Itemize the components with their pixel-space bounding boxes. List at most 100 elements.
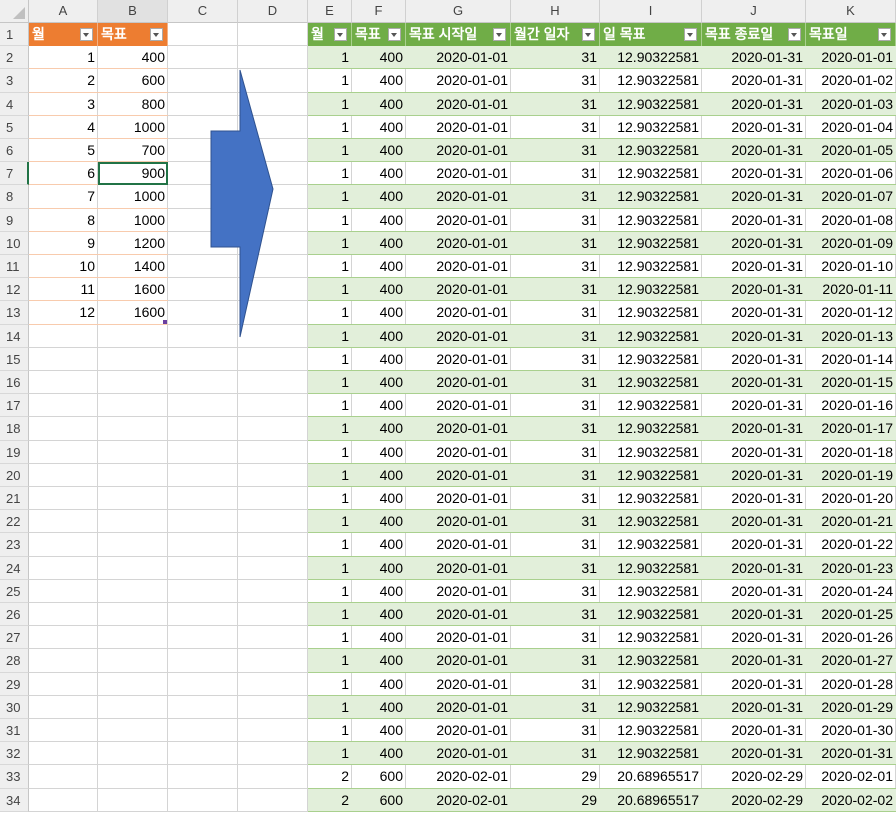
table2-cell[interactable]: 600 [352, 788, 406, 812]
table2-cell[interactable]: 2020-01-31 [702, 324, 806, 348]
column-header-c[interactable]: C [168, 0, 238, 23]
table2-cell[interactable]: 2020-01-31 [702, 719, 806, 743]
grid-cell[interactable] [168, 394, 238, 418]
table2-cell[interactable]: 31 [511, 603, 600, 627]
table2-cell[interactable]: 400 [352, 649, 406, 673]
table2-cell[interactable]: 1 [308, 463, 352, 487]
table1-cell[interactable]: 8 [29, 209, 98, 232]
table2-cell[interactable]: 31 [511, 487, 600, 511]
grid-cell[interactable] [238, 719, 308, 743]
table2-header-target-date[interactable]: 목표일 [806, 23, 896, 47]
column-header-f[interactable]: F [352, 0, 406, 23]
grid-cell[interactable] [29, 371, 98, 395]
table2-cell[interactable]: 29 [511, 765, 600, 789]
table2-cell[interactable]: 2020-02-01 [406, 765, 511, 789]
table2-cell[interactable]: 2020-01-01 [406, 46, 511, 70]
table1-cell[interactable]: 1600 [98, 278, 168, 302]
table2-cell[interactable]: 31 [511, 580, 600, 603]
table2-cell[interactable]: 2020-01-12 [806, 301, 896, 325]
table2-cell[interactable]: 2020-01-31 [702, 533, 806, 557]
grid-cell[interactable] [168, 487, 238, 511]
grid-cell[interactable] [168, 695, 238, 719]
table2-cell[interactable]: 2020-01-31 [702, 162, 806, 186]
table2-cell[interactable]: 2020-01-22 [806, 533, 896, 557]
table2-cell[interactable]: 400 [352, 580, 406, 603]
table2-cell[interactable]: 2020-01-11 [806, 278, 896, 302]
table2-cell[interactable]: 400 [352, 603, 406, 627]
table2-cell[interactable]: 2020-01-31 [702, 626, 806, 650]
table2-cell[interactable]: 2020-01-27 [806, 649, 896, 673]
grid-cell[interactable] [98, 695, 168, 719]
table2-cell[interactable]: 400 [352, 742, 406, 766]
table2-cell[interactable]: 2020-01-31 [702, 255, 806, 279]
table2-cell[interactable]: 31 [511, 139, 600, 163]
table2-cell[interactable]: 2020-01-01 [406, 209, 511, 232]
table2-cell[interactable]: 1 [308, 417, 352, 441]
table2-cell[interactable]: 2020-01-31 [702, 209, 806, 232]
table2-cell[interactable]: 12.90322581 [600, 463, 702, 487]
table2-cell[interactable]: 400 [352, 695, 406, 719]
table1-cell[interactable]: 800 [98, 93, 168, 116]
table2-cell[interactable]: 1 [308, 69, 352, 93]
grid-cell[interactable] [168, 278, 238, 302]
table2-cell[interactable]: 2020-01-31 [702, 556, 806, 580]
table2-cell[interactable]: 2020-01-01 [406, 463, 511, 487]
column-header-g[interactable]: G [406, 0, 511, 23]
grid-cell[interactable] [238, 788, 308, 812]
grid-cell[interactable] [238, 603, 308, 627]
table2-cell[interactable]: 31 [511, 301, 600, 325]
row-header[interactable]: 13 [0, 301, 29, 325]
filter-dropdown-icon[interactable] [582, 28, 595, 41]
table2-cell[interactable]: 12.90322581 [600, 742, 702, 766]
grid-cell[interactable] [168, 556, 238, 580]
row-header[interactable]: 8 [0, 185, 29, 209]
table2-cell[interactable]: 2020-01-01 [406, 371, 511, 395]
grid-cell[interactable] [238, 672, 308, 696]
table2-cell[interactable]: 2020-01-01 [406, 278, 511, 302]
table1-cell[interactable]: 7 [29, 185, 98, 209]
table2-cell[interactable]: 2020-01-28 [806, 673, 896, 696]
table2-cell[interactable]: 400 [352, 231, 406, 255]
table2-cell[interactable]: 12.90322581 [600, 185, 702, 209]
grid-cell[interactable] [29, 742, 98, 766]
table2-cell[interactable]: 31 [511, 719, 600, 743]
grid-cell[interactable] [238, 440, 308, 464]
table2-cell[interactable]: 600 [352, 765, 406, 789]
grid-cell[interactable] [98, 440, 168, 464]
table1-cell[interactable]: 1400 [98, 255, 168, 279]
table2-cell[interactable]: 1 [308, 626, 352, 650]
table2-cell[interactable]: 2020-01-01 [406, 719, 511, 743]
table1-cell[interactable]: 12 [29, 301, 98, 325]
table2-cell[interactable]: 1 [308, 46, 352, 70]
row-header[interactable]: 14 [0, 324, 29, 348]
table2-cell[interactable]: 2020-01-01 [406, 487, 511, 511]
grid-cell[interactable] [168, 255, 238, 279]
table2-cell[interactable]: 12.90322581 [600, 278, 702, 302]
grid-cell[interactable] [29, 463, 98, 487]
table2-cell[interactable]: 1 [308, 348, 352, 371]
grid-cell[interactable] [168, 46, 238, 70]
table2-cell[interactable]: 12.90322581 [600, 231, 702, 255]
grid-cell[interactable] [29, 394, 98, 418]
table2-cell[interactable]: 400 [352, 626, 406, 650]
table2-cell[interactable]: 1 [308, 719, 352, 743]
table2-cell[interactable]: 2020-01-20 [806, 487, 896, 511]
grid-cell[interactable] [168, 440, 238, 464]
filter-dropdown-icon[interactable] [493, 28, 506, 41]
table1-cell[interactable]: 400 [98, 46, 168, 70]
table2-cell[interactable]: 31 [511, 441, 600, 464]
table2-cell[interactable]: 2020-01-29 [806, 695, 896, 719]
table2-cell[interactable]: 2020-01-31 [702, 371, 806, 395]
table2-cell[interactable]: 2020-01-01 [406, 626, 511, 650]
table1-cell[interactable]: 9 [29, 232, 98, 255]
grid-cell[interactable] [168, 510, 238, 534]
table2-cell[interactable]: 400 [352, 255, 406, 279]
table2-cell[interactable]: 12.90322581 [600, 441, 702, 464]
table2-cell[interactable]: 2020-01-03 [806, 92, 896, 116]
table2-cell[interactable]: 2020-01-08 [806, 209, 896, 232]
table2-cell[interactable]: 400 [352, 162, 406, 186]
table2-cell[interactable]: 2020-01-01 [406, 348, 511, 371]
filter-dropdown-icon[interactable] [80, 28, 93, 41]
table2-cell[interactable]: 1 [308, 162, 352, 186]
grid-cell[interactable] [168, 603, 238, 627]
